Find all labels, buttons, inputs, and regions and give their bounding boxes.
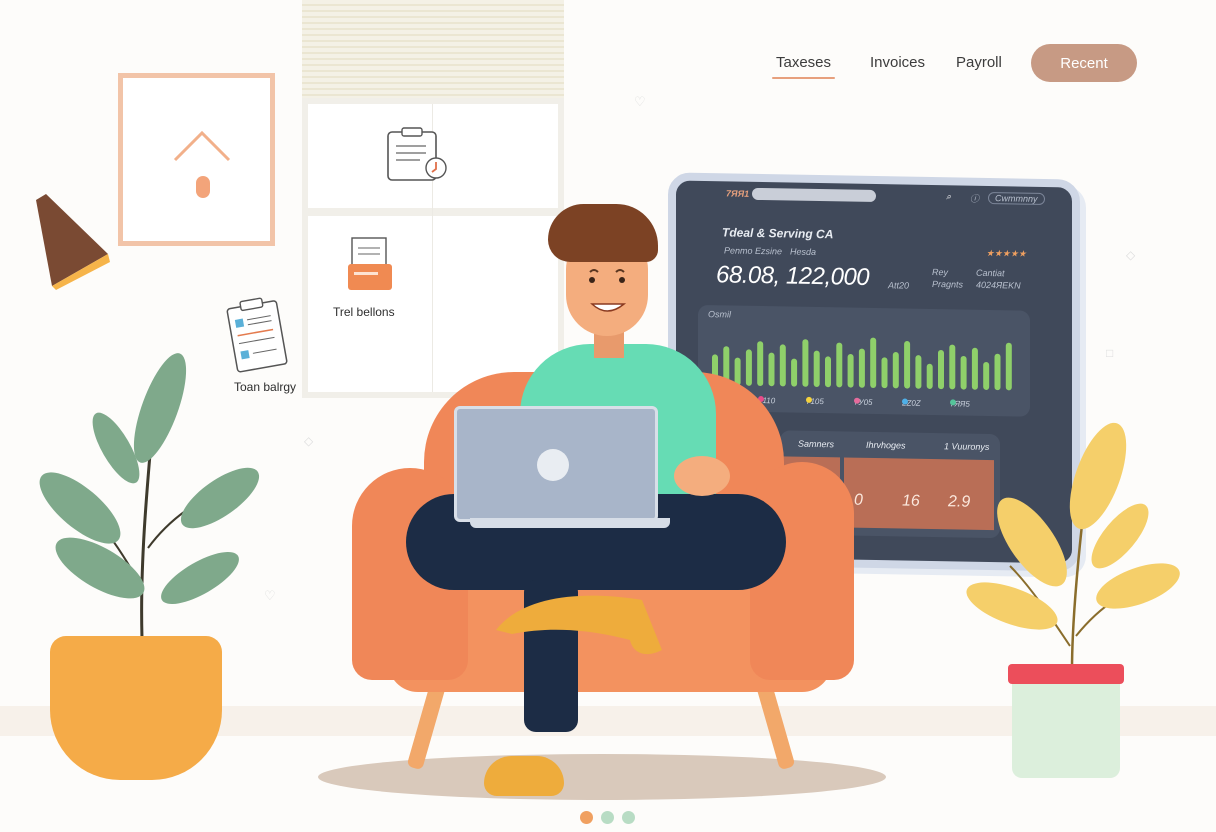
- top-nav: Taxeses Invoices Payroll Recent: [760, 44, 1150, 84]
- window-blind: [302, 0, 564, 100]
- legend-item: 2Z0Z: [902, 398, 921, 408]
- chart-bar: [779, 344, 786, 387]
- company-selector[interactable]: Cwmmnny: [988, 191, 1045, 205]
- col-a-sub: Pragnts: [932, 279, 964, 290]
- carousel-dot-1[interactable]: [580, 811, 593, 824]
- col-b-sub: 4024ЯEKN: [976, 279, 1021, 291]
- dashboard-big-value: 68.08, 122,000: [716, 261, 870, 291]
- right-plant-leaves: [966, 422, 1180, 671]
- legend-item: 7У05: [854, 397, 872, 407]
- chart-bar: [847, 353, 854, 388]
- carousel-dot-2[interactable]: [601, 811, 614, 824]
- legend-dot: [902, 398, 908, 405]
- laptop-logo-icon: [537, 449, 569, 481]
- laptop[interactable]: [454, 406, 658, 522]
- chart-bar: [745, 349, 752, 386]
- doc-label: Trel bellons: [333, 305, 395, 319]
- recent-button[interactable]: Recent: [1031, 44, 1137, 82]
- heart-icon: ♡: [634, 94, 646, 109]
- col-b-label: Cantiat: [976, 267, 1005, 279]
- chart-bar: [813, 350, 820, 388]
- legend-item: 7ЯЯ5: [950, 399, 970, 409]
- wall-frame: [118, 73, 275, 246]
- search-icon[interactable]: ⌕: [946, 191, 951, 202]
- square-icon: □: [1106, 346, 1114, 360]
- chart-bar: [825, 356, 831, 388]
- dashboard-logo: 7ЯЯ1: [726, 188, 750, 199]
- person-hair: [548, 204, 658, 262]
- nav-tab-payroll[interactable]: Payroll: [956, 54, 1002, 71]
- diamond-icon: ◇: [1126, 248, 1136, 262]
- heart-icon: ♡: [264, 588, 276, 603]
- dashboard-big-unit: Att20: [888, 280, 910, 291]
- chair-shadow: [318, 754, 886, 800]
- window-divider: [308, 208, 558, 216]
- panel-label-2: Ihrvhoges: [866, 439, 906, 451]
- chart-bar: [926, 363, 933, 389]
- dashboard-sub-left: Penmo Ezsine: [724, 245, 783, 257]
- person-hand: [674, 456, 730, 496]
- chart-bar: [836, 342, 843, 388]
- carousel-pager: [580, 811, 640, 825]
- chart-bar: [1005, 342, 1012, 391]
- chart-bar: [881, 357, 888, 389]
- rating-stars: ★★★★★: [986, 247, 1027, 259]
- document-clock-icon: [387, 127, 447, 181]
- legend-item: 7105: [806, 396, 824, 406]
- chart-legend: ЯЯЯ711071057У052Z0Z7ЯЯ5: [676, 181, 1072, 409]
- right-plant-pot: [1012, 672, 1120, 778]
- chart-bar: [938, 349, 944, 390]
- diamond-icon: ◇: [304, 434, 314, 448]
- laptop-base: [470, 518, 670, 528]
- chart-bar: [870, 337, 877, 388]
- chart-bar: [768, 352, 775, 387]
- house-icon: [173, 130, 231, 198]
- left-plant-leaves: [39, 353, 260, 639]
- summary-value-2: 16: [902, 492, 920, 510]
- person-shoe: [484, 756, 564, 796]
- document-folder-icon: [348, 237, 392, 290]
- nav-tab-taxeses[interactable]: Taxeses: [771, 54, 836, 79]
- right-plant-pot-rim: [1008, 664, 1124, 684]
- chart-bar: [915, 355, 922, 389]
- chart-bar: [994, 353, 1001, 391]
- left-plant-pot: [50, 636, 222, 780]
- legend-dot: [854, 397, 860, 404]
- chart-bar: [858, 348, 865, 388]
- chart-bar: [971, 347, 978, 390]
- chart-bar: [802, 339, 809, 387]
- chart-bar: [904, 340, 911, 389]
- crossed-foot: [496, 595, 662, 655]
- chart-bar: [791, 358, 798, 387]
- chart-label: Osmil: [708, 309, 731, 320]
- dashboard-search-bar[interactable]: [752, 187, 876, 203]
- panel-label-1: Samners: [798, 438, 835, 450]
- chart-bar: [960, 355, 967, 390]
- wall-lamp-icon: [36, 194, 110, 290]
- legend-dot: [806, 396, 812, 403]
- nav-tab-invoices[interactable]: Invoices: [870, 54, 925, 71]
- chart-bar: [892, 351, 899, 389]
- summary-value-1: 0: [854, 491, 863, 509]
- chart-bar: [983, 361, 990, 390]
- dashboard-sub-mid: Hesda: [790, 246, 817, 257]
- info-icon[interactable]: ⓘ: [970, 192, 979, 205]
- legend-dot: [950, 399, 956, 406]
- carousel-dot-3[interactable]: [622, 811, 635, 824]
- chart-bar: [949, 344, 956, 390]
- dashboard-title: Tdeal & Serving CA: [722, 225, 834, 242]
- col-a-label: Rey: [932, 267, 949, 278]
- chart-bar: [757, 341, 764, 387]
